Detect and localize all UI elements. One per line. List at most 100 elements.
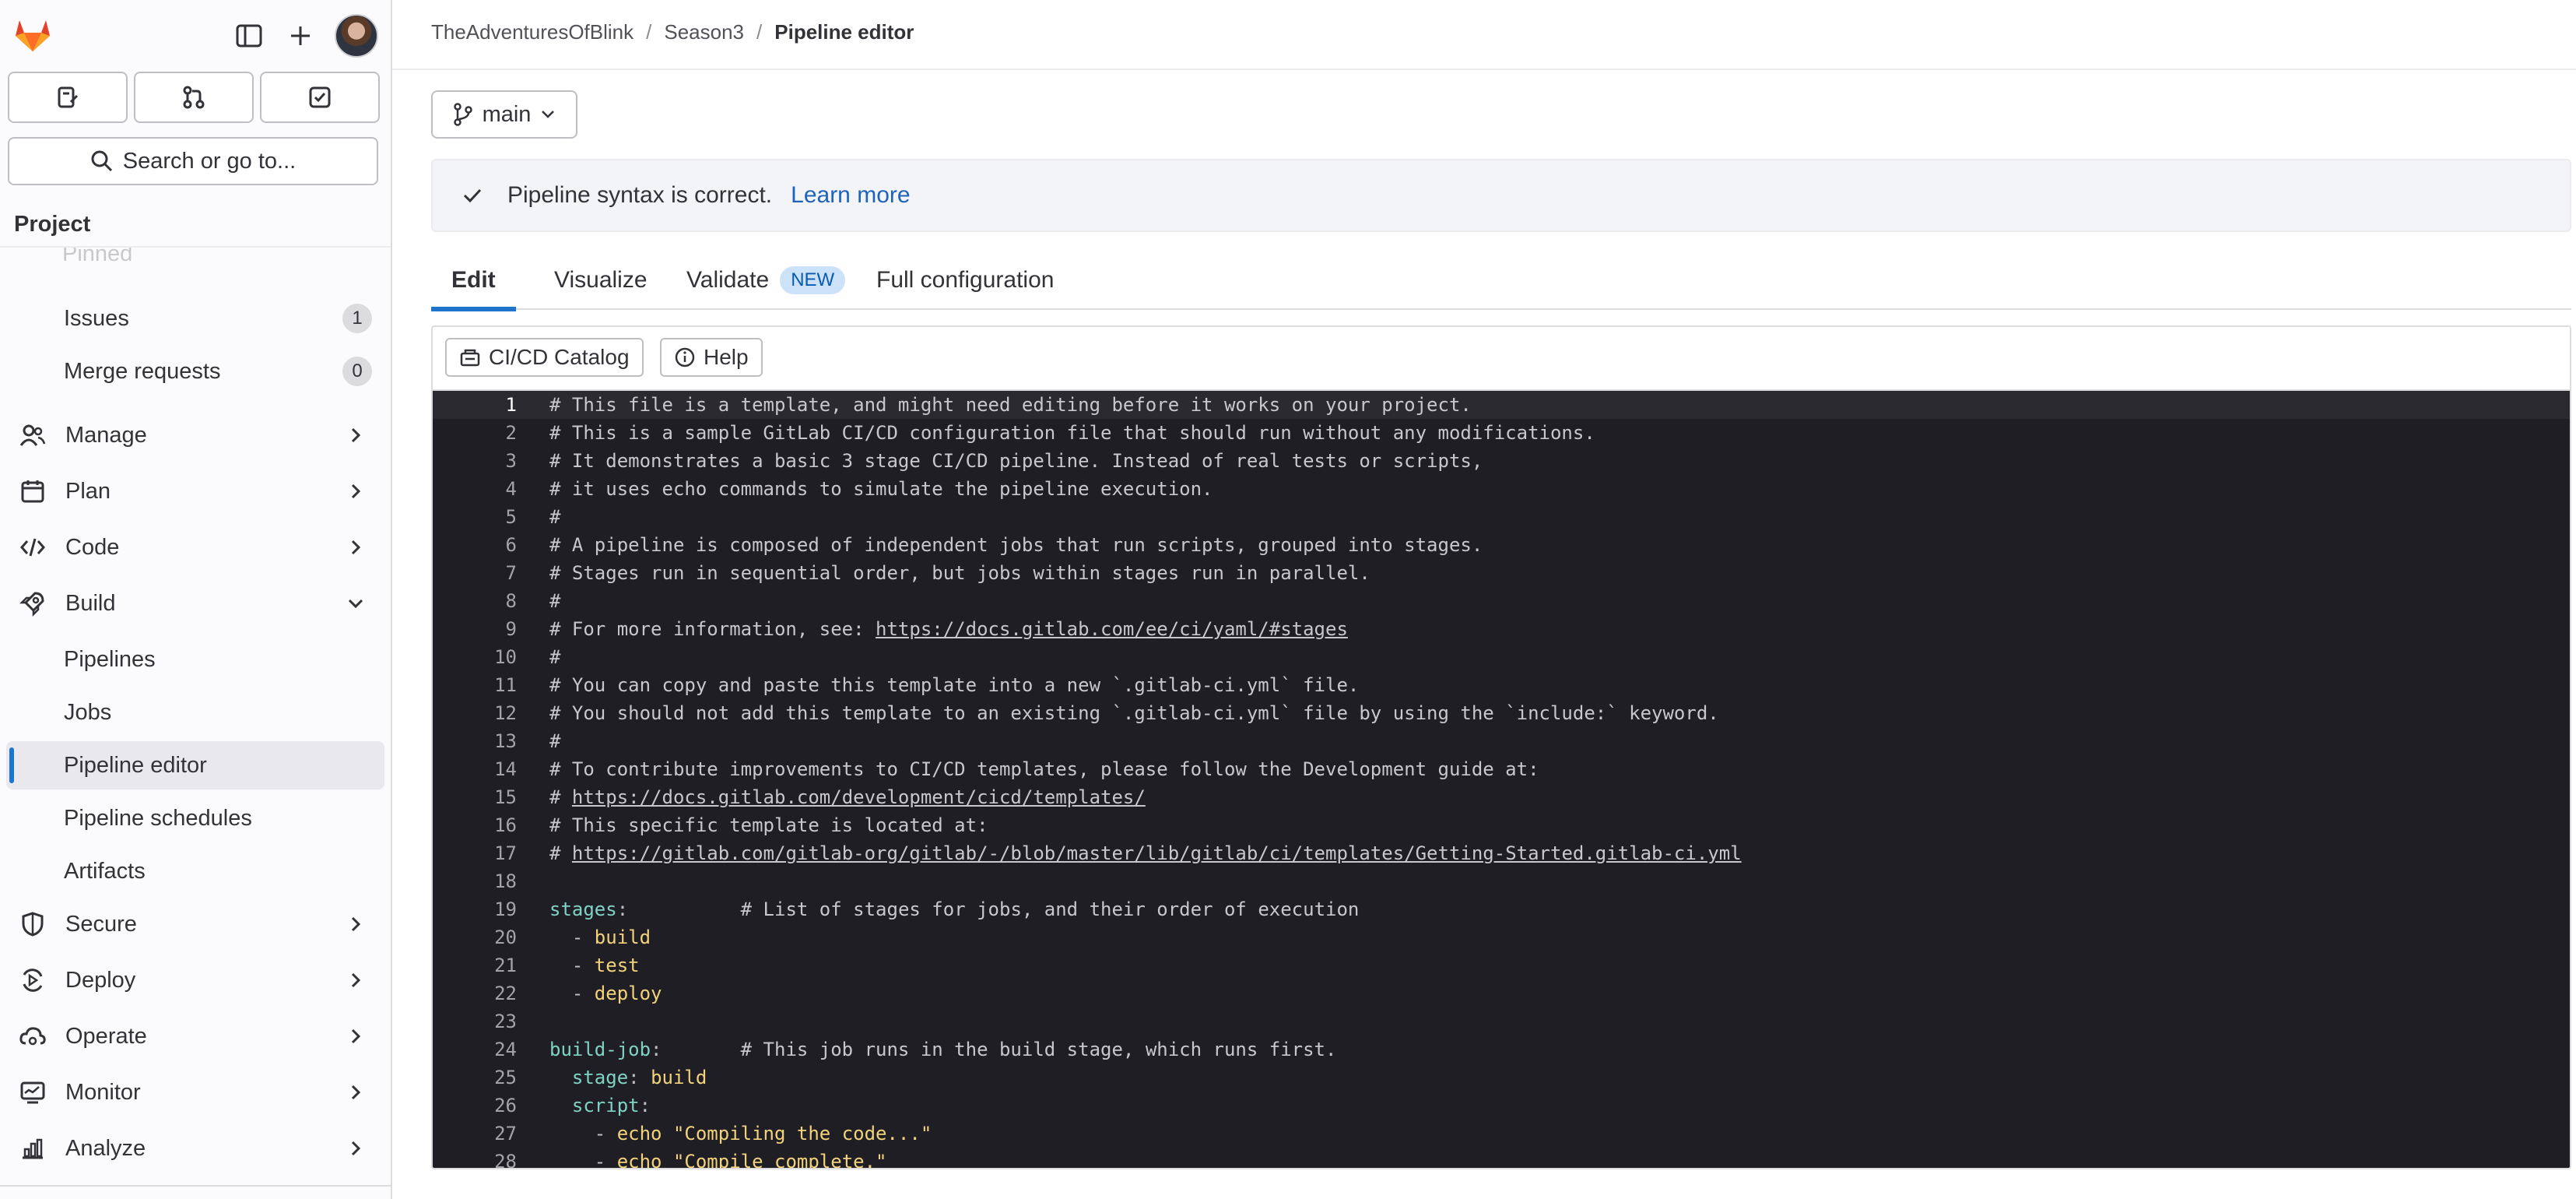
code-line[interactable]: 20 - build <box>433 923 2570 951</box>
ci-cd-catalog-button[interactable]: CI/CD Catalog <box>445 338 644 377</box>
issues-icon <box>58 86 79 108</box>
sidebar-item-secure[interactable]: Secure <box>6 900 384 948</box>
code-line[interactable]: 25 stage: build <box>433 1064 2570 1092</box>
sidebar-item-jobs[interactable]: Jobs <box>6 688 384 737</box>
sidebar-item-build[interactable]: Build <box>6 579 384 628</box>
code-text: # You can copy and paste this template i… <box>549 674 1359 696</box>
code-line[interactable]: 26 script: <box>433 1092 2570 1120</box>
code-token: # <box>549 730 561 752</box>
code-line[interactable]: 8 # <box>433 587 2570 615</box>
info-icon <box>675 347 695 367</box>
code-line[interactable]: 4 # it uses echo commands to simulate the… <box>433 475 2570 503</box>
sidebar-item-code[interactable]: Code <box>6 523 384 571</box>
line-number: 15 <box>494 786 517 808</box>
learn-more-link[interactable]: Learn more <box>791 182 910 209</box>
code-line[interactable]: 16 # This specific template is located at… <box>433 811 2570 839</box>
sidebar-item-merge-requests[interactable]: Merge requests 0 <box>6 347 384 396</box>
user-avatar[interactable] <box>335 14 378 58</box>
code-line[interactable]: 22 - deploy <box>433 979 2570 1007</box>
sidebar-item-label: Build <box>65 590 116 616</box>
code-link[interactable]: https://docs.gitlab.com/ee/ci/yaml/#stag… <box>876 618 1348 640</box>
top-bar: TheAdventuresOfBlink / Season3 / Pipelin… <box>392 0 2576 70</box>
code-line[interactable]: 6 # A pipeline is composed of independent… <box>433 531 2570 559</box>
search-button[interactable]: Search or go to... <box>8 137 378 185</box>
code-token: build <box>651 1067 707 1088</box>
code-line[interactable]: 3 # It demonstrates a basic 3 stage CI/CD… <box>433 447 2570 475</box>
sidebar-item-plan[interactable]: Plan <box>6 467 384 515</box>
code-line[interactable]: 7 # Stages run in sequential order, but j… <box>433 559 2570 587</box>
issues-count-badge: 1 <box>342 304 372 333</box>
code-token: : <box>628 1067 651 1088</box>
sidebar-item-label: Manage <box>65 422 147 448</box>
sidebar-item-issues[interactable]: Issues 1 <box>6 294 384 343</box>
sidebar-item-monitor[interactable]: Monitor <box>6 1068 384 1116</box>
merge-requests-button[interactable] <box>134 72 254 123</box>
code-editor[interactable]: 1 # This file is a template, and might ne… <box>433 391 2570 1168</box>
code-line[interactable]: 18 <box>433 867 2570 895</box>
code-line[interactable]: 12 # You should not add this template to … <box>433 699 2570 727</box>
sidebar-item-pipeline-schedules[interactable]: Pipeline schedules <box>6 794 384 842</box>
plus-icon[interactable] <box>279 14 322 58</box>
gitlab-logo-icon[interactable] <box>11 12 54 56</box>
sidebar-item-analyze[interactable]: Analyze <box>6 1124 384 1173</box>
code-line[interactable]: 21 - test <box>433 951 2570 979</box>
deployments-icon <box>17 965 48 996</box>
tab-validate[interactable]: Validate NEW <box>666 251 865 310</box>
sidebar-section-title: Project <box>14 212 91 237</box>
sidebar-item-artifacts[interactable]: Artifacts <box>6 847 384 895</box>
code-token: # <box>549 786 572 808</box>
code-icon <box>17 532 48 563</box>
sidebar-item-manage[interactable]: Manage <box>6 411 384 459</box>
code-line[interactable]: 23 <box>433 1007 2570 1036</box>
code-line[interactable]: 14 # To contribute improvements to CI/CD … <box>433 755 2570 783</box>
help-button[interactable]: Help <box>660 338 763 377</box>
code-text: # <box>549 590 560 612</box>
sidebar-item-label: Pipeline editor <box>64 752 207 778</box>
line-number: 9 <box>505 618 517 640</box>
tab-label: Validate <box>686 267 770 293</box>
code-text: stage: build <box>549 1067 707 1088</box>
code-token: : <box>651 1039 741 1060</box>
breadcrumb-project[interactable]: Season3 <box>664 20 744 44</box>
tab-visualize[interactable]: Visualize <box>534 251 668 310</box>
sidebar-item-operate[interactable]: Operate <box>6 1012 384 1060</box>
assigned-issues-button[interactable] <box>8 72 128 123</box>
code-line[interactable]: 17 # https://gitlab.com/gitlab-org/gitlab… <box>433 839 2570 867</box>
code-line[interactable]: 28 - echo "Compile complete." <box>433 1148 2570 1168</box>
todo-button[interactable] <box>260 72 380 123</box>
line-number: 4 <box>505 478 517 500</box>
code-text: # <box>549 506 560 528</box>
code-token: stages <box>549 898 617 920</box>
sidebar-item-label: Pipelines <box>64 646 156 672</box>
code-line[interactable]: 1 # This file is a template, and might ne… <box>433 391 2570 419</box>
code-line[interactable]: 2 # This is a sample GitLab CI/CD configu… <box>433 419 2570 447</box>
line-number: 1 <box>505 394 517 416</box>
code-link[interactable]: https://gitlab.com/gitlab-org/gitlab/-/b… <box>572 842 1742 864</box>
code-link[interactable]: https://docs.gitlab.com/development/cicd… <box>572 786 1146 808</box>
sidebar-item-deploy[interactable]: Deploy <box>6 956 384 1004</box>
sidebar-item-pipelines[interactable]: Pipelines <box>6 635 384 684</box>
code-line[interactable]: 19 stages: # List of stages for jobs, and… <box>433 895 2570 923</box>
breadcrumb-current[interactable]: Pipeline editor <box>774 20 914 44</box>
sidebar-toggle-icon[interactable] <box>227 14 271 58</box>
chevron-down-icon <box>344 592 367 615</box>
code-line[interactable]: 15 # https://docs.gitlab.com/development/… <box>433 783 2570 811</box>
pipeline-status-alert: Pipeline syntax is correct. Learn more <box>431 159 2571 232</box>
code-line[interactable]: 11 # You can copy and paste this template… <box>433 671 2570 699</box>
pinned-label[interactable]: Pinned <box>62 248 132 265</box>
code-text: - deploy <box>549 983 662 1004</box>
code-line[interactable]: 5 # <box>433 503 2570 531</box>
tab-edit[interactable]: Edit <box>431 251 516 311</box>
sidebar-item-pipeline-editor[interactable]: Pipeline editor <box>6 741 384 789</box>
editor-tabs: Edit Visualize Validate NEW Full configu… <box>431 251 2571 311</box>
tab-full-configuration[interactable]: Full configuration <box>856 251 1074 310</box>
code-line[interactable]: 10 # <box>433 643 2570 671</box>
code-line[interactable]: 27 - echo "Compiling the code..." <box>433 1120 2570 1148</box>
code-line[interactable]: 9 # For more information, see: https://do… <box>433 615 2570 643</box>
breadcrumb-group[interactable]: TheAdventuresOfBlink <box>431 20 633 44</box>
rocket-icon <box>17 588 48 619</box>
branch-name: main <box>482 101 532 127</box>
branch-selector-button[interactable]: main <box>431 90 577 139</box>
code-line[interactable]: 24 build-job: # This job runs in the buil… <box>433 1036 2570 1064</box>
code-line[interactable]: 13 # <box>433 727 2570 755</box>
